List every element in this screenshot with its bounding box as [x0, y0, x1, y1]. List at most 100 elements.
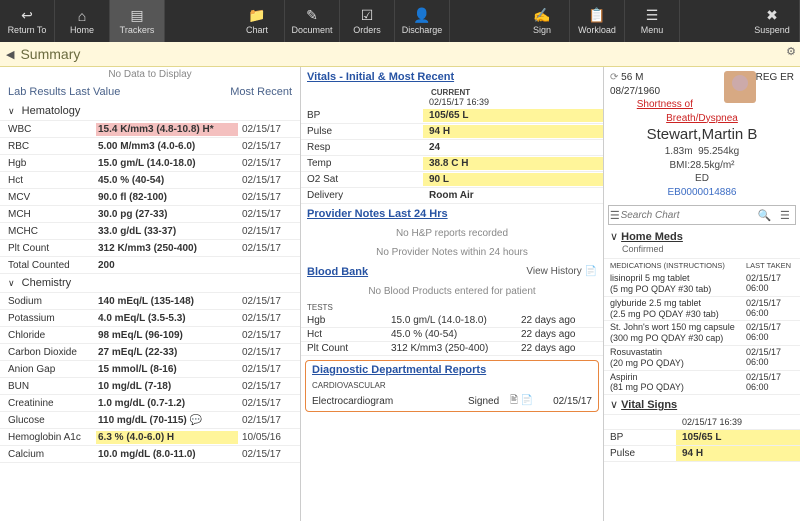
home-icon: ⌂	[78, 8, 86, 24]
test-row[interactable]: Hgb15.0 gm/L (14.0-18.0)22 days ago	[301, 314, 603, 328]
search-input[interactable]	[621, 210, 755, 221]
labs-title: Lab Results Last Value	[8, 86, 120, 98]
patient-photo[interactable]	[724, 71, 756, 103]
provnotes-l2: No Provider Notes within 24 hours	[301, 243, 603, 262]
lab-row[interactable]: Potassium4.0 mEq/L (3.5-5.3)02/15/17	[0, 310, 300, 327]
lab-row[interactable]: Chloride98 mEq/L (96-109)02/15/17	[0, 327, 300, 344]
patient-ht: 1.83m	[665, 146, 693, 157]
search-row: ☰ 🔍 ☰	[608, 205, 796, 225]
med-row[interactable]: Aspirin(81 mg PO QDAY)02/15/1706:00	[604, 371, 800, 396]
vital-row[interactable]: Temp38.8 C H	[301, 156, 603, 172]
chevron-down-icon: ∨	[8, 106, 15, 116]
patient-bmi: BMI:28.5kg/m²	[610, 159, 794, 173]
summary-bar: ◀ Summary ⚙	[0, 42, 800, 67]
toolbar-return-to[interactable]: ↩Return To	[0, 0, 55, 42]
diag-status: Signed	[468, 396, 510, 407]
toolbar-home[interactable]: ⌂Home	[55, 0, 110, 42]
provnotes-l1: No H&P reports recorded	[301, 224, 603, 243]
lab-row[interactable]: MCV90.0 fl (82-100)02/15/17	[0, 189, 300, 206]
collapse-icon[interactable]: ◀	[6, 48, 14, 61]
med-row[interactable]: Rosuvastatin(20 mg PO QDAY)02/15/1706:00	[604, 346, 800, 371]
refresh-icon[interactable]: ⟳	[610, 72, 618, 83]
home-meds-sub: Confirmed	[610, 244, 664, 254]
lab-row[interactable]: Total Counted200	[0, 257, 300, 274]
lab-group[interactable]: ∨ Chemistry	[0, 274, 300, 293]
lab-group[interactable]: ∨ Hematology	[0, 102, 300, 121]
lab-row[interactable]: BUN10 mg/dL (7-18)02/15/17	[0, 378, 300, 395]
vs-row[interactable]: Pulse94 H	[604, 446, 800, 462]
toolbar-document[interactable]: ✎Document	[285, 0, 340, 42]
lab-row[interactable]: WBC15.4 K/mm3 (4.8-10.8) H*02/15/17	[0, 121, 300, 138]
lab-row[interactable]: MCH30.0 pg (27-33)02/15/17	[0, 206, 300, 223]
summary-label: Summary	[20, 46, 80, 62]
test-row[interactable]: Hct45.0 % (40-54)22 days ago	[301, 328, 603, 342]
diag-row[interactable]: Electrocardiogram Signed 🖹 📄 02/15/17	[306, 392, 598, 411]
lab-row[interactable]: Hct45.0 % (40-54)02/15/17	[0, 172, 300, 189]
suspend-icon: ✖	[766, 7, 778, 24]
patient-name[interactable]: Stewart,Martin B	[610, 125, 794, 145]
test-row[interactable]: Plt Count312 K/mm3 (250-400)22 days ago	[301, 342, 603, 356]
sign-icon: ✍	[533, 7, 550, 24]
comment-icon: 💬	[190, 415, 202, 426]
toolbar-trackers[interactable]: ▤Trackers	[110, 0, 165, 42]
meds-hdr1: MEDICATIONS (INSTRUCTIONS)	[610, 261, 746, 270]
med-row[interactable]: lisinopril 5 mg tablet(5 mg PO QDAY #30 …	[604, 272, 800, 297]
bloodbank-msg: No Blood Products entered for patient	[301, 282, 603, 301]
lab-row[interactable]: RBC5.00 M/mm3 (4.0-6.0)02/15/17	[0, 138, 300, 155]
lab-row[interactable]: Creatinine1.0 mg/dL (0.7-1.2)02/15/17	[0, 395, 300, 412]
document-icon: ✎	[306, 7, 318, 24]
diagnostic-reports-box: Diagnostic Departmental Reports CARDIOVA…	[305, 360, 599, 412]
search-icon[interactable]: 🔍	[755, 209, 775, 222]
toolbar-discharge[interactable]: 👤Discharge	[395, 0, 450, 42]
list-icon[interactable]: ☰	[609, 209, 621, 222]
chevron-down-icon: ∨	[610, 399, 618, 411]
center-column: Vitals - Initial & Most Recent CURRENT 0…	[301, 67, 604, 521]
no-data-note: No Data to Display	[0, 67, 300, 82]
lab-row[interactable]: Hgb15.0 gm/L (14.0-18.0)02/15/17	[0, 155, 300, 172]
chief-complaint[interactable]: Shortness of Breath/Dyspnea	[610, 98, 794, 125]
toolbar-chart[interactable]: 📁Chart	[230, 0, 285, 42]
lab-row[interactable]: Hemoglobin A1c6.3 % (4.0-6.0) H10/05/16	[0, 429, 300, 446]
document-icon[interactable]: 🖹 📄	[510, 393, 540, 410]
home-meds-sec[interactable]: ∨ Home Meds Confirmed	[604, 227, 800, 259]
vital-signs-sec[interactable]: ∨ Vital Signs	[604, 395, 800, 415]
trackers-icon: ▤	[130, 7, 143, 24]
toolbar-orders[interactable]: ☑Orders	[340, 0, 395, 42]
toolbar-workload[interactable]: 📋Workload	[570, 0, 625, 42]
lab-row[interactable]: Sodium140 mEq/L (135-148)02/15/17	[0, 293, 300, 310]
bloodbank-header[interactable]: Blood Bank	[307, 266, 368, 278]
vs-row[interactable]: BP105/65 L	[604, 430, 800, 446]
diag-name: Electrocardiogram	[312, 396, 468, 407]
lab-row[interactable]: Carbon Dioxide27 mEq/L (22-33)02/15/17	[0, 344, 300, 361]
toolbar-menu[interactable]: ☰Menu	[625, 0, 680, 42]
diag-date: 02/15/17	[540, 396, 592, 407]
lab-row[interactable]: Anion Gap15 mmol/L (8-16)02/15/17	[0, 361, 300, 378]
bloodbank-history[interactable]: View History 📄	[526, 266, 597, 278]
meds-hdr2: LAST TAKEN	[746, 261, 794, 270]
lab-row[interactable]: Glucose110 mg/dL (70-115) 💬02/15/17	[0, 412, 300, 429]
labs-column: No Data to Display Lab Results Last Valu…	[0, 67, 301, 521]
diag-sub: CARDIOVASCULAR	[306, 379, 598, 392]
lab-row[interactable]: MCHC33.0 g/dL (33-37)02/15/17	[0, 223, 300, 240]
vital-row[interactable]: BP105/65 L	[301, 108, 603, 124]
vital-row[interactable]: Resp24	[301, 140, 603, 156]
vital-row[interactable]: Pulse94 H	[301, 124, 603, 140]
med-row[interactable]: St. John's wort 150 mg capsule(300 mg PO…	[604, 321, 800, 346]
filter-icon[interactable]: ☰	[775, 209, 795, 222]
diag-header[interactable]: Diagnostic Departmental Reports	[306, 361, 598, 379]
vitals-header[interactable]: Vitals - Initial & Most Recent	[301, 67, 603, 87]
vs-time: 02/15/17 16:39	[676, 415, 800, 429]
toolbar-suspend[interactable]: ✖Suspend	[745, 0, 800, 42]
vital-row[interactable]: O2 Sat90 L	[301, 172, 603, 188]
lab-row[interactable]: Calcium10.0 mg/dL (8.0-11.0)02/15/17	[0, 446, 300, 463]
lab-row[interactable]: Plt Count312 K/mm3 (250-400)02/15/17	[0, 240, 300, 257]
home-meds-title: Home Meds	[621, 231, 683, 243]
gear-icon[interactable]: ⚙	[786, 45, 796, 58]
toolbar-sign[interactable]: ✍Sign	[515, 0, 570, 42]
chevron-down-icon: ∨	[610, 231, 618, 243]
provnotes-header[interactable]: Provider Notes Last 24 Hrs	[301, 204, 603, 224]
vital-row[interactable]: DeliveryRoom Air	[301, 188, 603, 204]
patient-mrn[interactable]: EB0000014886	[610, 186, 794, 200]
labs-sort[interactable]: Most Recent	[230, 86, 292, 98]
med-row[interactable]: glyburide 2.5 mg tablet(2.5 mg PO QDAY #…	[604, 297, 800, 322]
